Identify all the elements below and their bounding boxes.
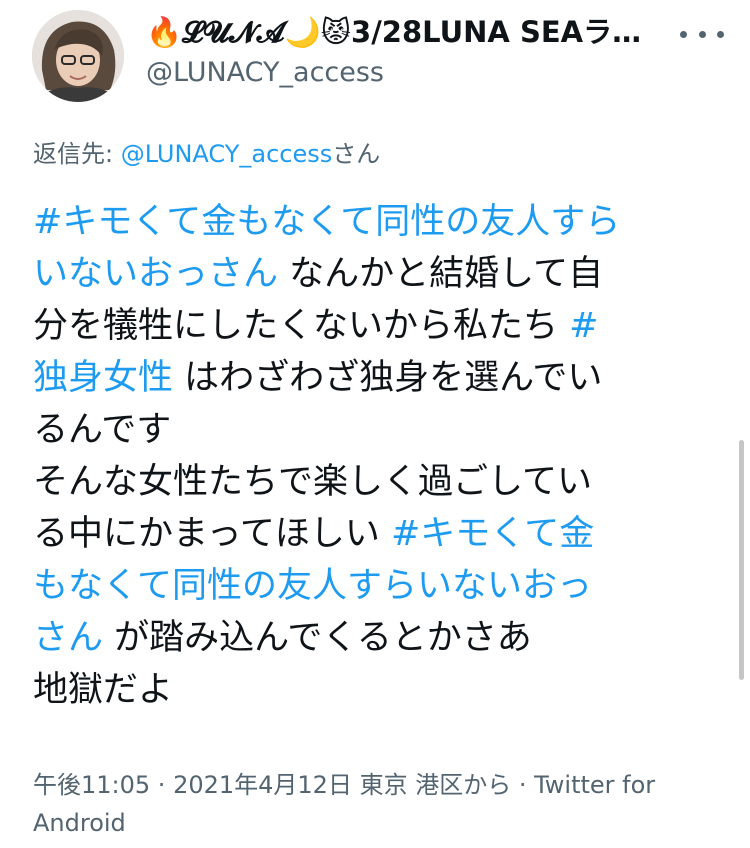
hashtag-link[interactable]: もなくて同性の友人すらいないおっ xyxy=(33,566,592,606)
tweet-line: もなくて同性の友人すらいないおっ xyxy=(33,560,723,612)
more-options-button[interactable] xyxy=(680,20,724,48)
tweet-text-segment: が踏み込んでくるとかさあ xyxy=(103,618,532,658)
tweet-line: 独身女性 はわざわざ独身を選んでい xyxy=(33,352,723,404)
tweet-location[interactable]: 東京 港区から xyxy=(352,771,512,799)
hashtag-link[interactable]: さん xyxy=(33,618,103,658)
scrollbar-thumb[interactable] xyxy=(739,440,744,680)
tweet-line: #キモくて金もなくて同性の友人すら xyxy=(33,196,723,248)
author-handle[interactable]: @LUNACY_access xyxy=(146,56,666,90)
replying-to-prefix: 返信先: xyxy=(33,140,121,168)
tweet-text-segment: はわざわざ独身を選んでい xyxy=(173,358,603,398)
more-horizontal-icon-dot xyxy=(698,30,706,38)
tweet-author: 🔥𝓛𝓤𝓝𝓐🌙😾3/28LUNA SEAラ… @LUNACY_access xyxy=(146,14,666,90)
tweet-text: #キモくて金もなくて同性の友人すら いないおっさん なんかと結婚して自 分を犠牲… xyxy=(33,196,723,716)
tweet-line: 分を犠牲にしたくないから私たち # xyxy=(33,300,723,352)
tweet-line: そんな女性たちで楽しく過ごしてい xyxy=(33,456,723,508)
tweet-text-segment: るんです xyxy=(33,410,172,450)
hashtag-link[interactable]: #キモくて金もなくて同性の友人すら xyxy=(33,202,620,242)
hashtag-link[interactable]: いないおっさん xyxy=(33,254,278,294)
hashtag-link[interactable]: #キモくて金 xyxy=(391,514,594,554)
hashtag-link[interactable]: 独身女性 xyxy=(33,358,173,398)
tweet-text-segment: 分を犠牲にしたくないから私たち xyxy=(33,306,570,346)
tweet-text-segment: そんな女性たちで楽しく過ごしてい xyxy=(33,462,592,502)
replying-to-suffix: さん xyxy=(332,140,381,168)
tweet-line: 地獄だよ xyxy=(33,664,723,716)
tweet-line: さん が踏み込んでくるとかさあ xyxy=(33,612,723,664)
tweet-line: いないおっさん なんかと結婚して自 xyxy=(33,248,723,300)
replying-to-user-link[interactable]: @LUNACY_access xyxy=(121,140,333,168)
tweet-detail: 🔥𝓛𝓤𝓝𝓐🌙😾3/28LUNA SEAラ… @LUNACY_access 返信先… xyxy=(0,0,750,848)
more-horizontal-icon xyxy=(680,30,687,38)
more-horizontal-icon-dot xyxy=(717,30,724,38)
avatar[interactable] xyxy=(32,10,124,102)
tweet-line: るんです xyxy=(33,404,723,456)
tweet-text-segment: る中にかまってほしい xyxy=(33,514,391,554)
meta-separator: · xyxy=(150,771,174,799)
tweet-time[interactable]: 午後11:05 xyxy=(33,771,150,799)
tweet-text-segment: なんかと結婚して自 xyxy=(278,254,604,294)
avatar-image xyxy=(32,10,124,102)
author-display-name[interactable]: 🔥𝓛𝓤𝓝𝓐🌙😾3/28LUNA SEAラ… xyxy=(146,14,646,50)
tweet-line: る中にかまってほしい #キモくて金 xyxy=(33,508,723,560)
hashtag-link[interactable]: # xyxy=(569,306,598,346)
replying-to: 返信先: @LUNACY_accessさん xyxy=(33,138,380,170)
tweet-metadata: 午後11:05 · 2021年4月12日 東京 港区から · Twitter f… xyxy=(33,766,713,842)
meta-separator: · xyxy=(511,771,535,799)
tweet-text-segment: 地獄だよ xyxy=(33,670,174,710)
tweet-date[interactable]: 2021年4月12日 xyxy=(173,771,352,799)
